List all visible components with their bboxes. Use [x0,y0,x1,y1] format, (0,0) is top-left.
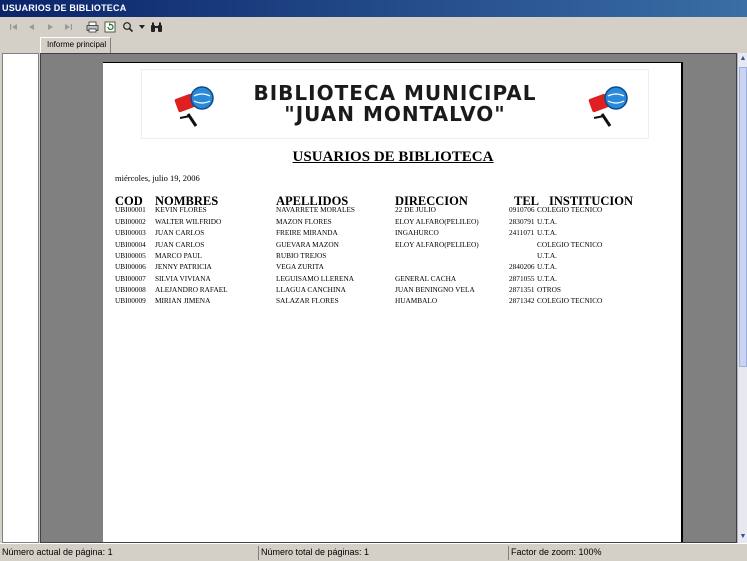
cell-direccion: JUAN BENINGNO VELA [395,284,475,294]
refresh-icon[interactable] [102,19,118,35]
cell-apellidos: GUEVARA MAZON [276,239,339,249]
toolbar [0,17,747,37]
scroll-down-icon[interactable]: ▼ [738,532,747,542]
cell-institucion: U.T.A. [537,273,557,283]
print-icon[interactable] [84,19,100,35]
cell-tel: 2871342 [509,296,535,306]
library-banner: BIBLIOTECA MUNICIPAL "JUAN MONTALVO" [141,69,649,139]
cell-institucion: COLEGIO TECNICO [537,239,603,249]
prev-page-icon[interactable] [24,19,40,35]
cell-nombres: SILVIA VIVIANA [155,273,211,283]
table-row: UBI00009 MIRIAN JIMENA SALAZAR FLORES HUAMB… [115,296,675,307]
table-row: UBI00003 JUAN CARLOS FREIRE MIRANDA INGAHUR… [115,228,675,239]
cell-tel: 0910706 [509,205,535,214]
table-row: UBI00001 KEVIN FLORES NAVARRETE MORALES 22 … [115,205,675,216]
banner-line-2: "JUAN MONTALVO" [284,102,506,126]
window-title: USUARIOS DE BIBLIOTECA [0,0,747,17]
cell-tel: 2411071 [509,228,535,238]
cell-apellidos: LEGUISAMO LLERENA [276,273,355,283]
report-page: BIBLIOTECA MUNICIPAL "JUAN MONTALVO" USU… [103,62,683,542]
reading-globe-icon [174,86,214,127]
cell-cod: UBI00001 [115,205,146,214]
cell-tel: 2830791 [509,217,535,226]
cell-institucion: U.T.A. [537,217,557,226]
scroll-up-icon[interactable]: ▲ [738,54,747,64]
chevron-down-icon[interactable] [138,19,146,35]
cell-tel: 2871055 [509,273,535,283]
scroll-thumb[interactable] [739,67,747,367]
cell-apellidos: SALAZAR FLORES [276,296,339,306]
cell-direccion: INGAHURCO [395,228,439,238]
cell-apellidos: RUBIO TREJOS [276,250,327,260]
last-page-icon[interactable] [60,19,76,35]
status-total-pages: Número total de páginas: 1 [258,546,508,560]
status-current-page: Número actual de página: 1 [2,547,113,557]
group-tree-pane[interactable] [2,53,39,543]
cell-apellidos: MAZON FLORES [276,217,332,226]
cell-institucion: COLEGIO TECNICO [537,296,603,306]
cell-apellidos: VEGA ZURITA [276,262,324,272]
cell-nombres: KEVIN FLORES [155,205,207,214]
first-page-icon[interactable] [6,19,22,35]
cell-direccion: HUAMBALO [395,296,438,306]
cell-direccion: ELOY ALFARO(PELILEO) [395,217,479,226]
cell-nombres: WALTER WILFRIDO [155,217,222,226]
table-row: UBI00008 ALEJANDRO RAFAEL LLAGUA CANCHINA J… [115,285,675,296]
table-row: UBI00007 SILVIA VIVIANA LEGUISAMO LLERENA G… [115,274,675,285]
cell-apellidos: LLAGUA CANCHINA [276,284,346,294]
next-page-icon[interactable] [42,19,58,35]
cell-tel: 2840206 [509,262,535,272]
cell-institucion: COLEGIO TECNICO [537,205,603,214]
cell-cod: UBI00006 [115,262,146,272]
cell-tel: 2871351 [509,284,535,294]
cell-cod: UBI00008 [115,284,146,294]
cell-cod: UBI00003 [115,228,146,238]
cell-nombres: MIRIAN JIMENA [155,296,211,306]
zoom-icon[interactable] [120,19,136,35]
table-row: UBI00004 JUAN CARLOS GUEVARA MAZON ELOY ALF… [115,240,675,251]
table-row: UBI00002 WALTER WILFRIDO MAZON FLORES ELOY … [115,217,675,228]
cell-nombres: ALEJANDRO RAFAEL [155,284,228,294]
banner-line-1: BIBLIOTECA MUNICIPAL [253,81,537,105]
report-viewer-window: USUARIOS DE BIBLIOTECA Informe principal… [0,0,747,561]
table-row: UBI00006 JENNY PATRICIA VEGA ZURITA 2840206… [115,262,675,273]
cell-institucion: U.T.A. [537,250,557,260]
status-zoom: Factor de zoom: 100% [508,546,747,560]
report-viewport[interactable]: BIBLIOTECA MUNICIPAL "JUAN MONTALVO" USU… [40,53,737,543]
cell-direccion: 22 DE JULIO [395,205,436,214]
table-row: UBI00005 MARCO PAUL RUBIO TREJOS U.T.A. [115,251,675,262]
cell-cod: UBI00007 [115,273,146,283]
cell-direccion: GENERAL CACHA [395,273,457,283]
cell-nombres: MARCO PAUL [155,250,202,260]
cell-institucion: OTROS [537,284,561,294]
tab-strip: Informe principal [0,37,747,53]
report-date: miércoles, julio 19, 2006 [115,173,200,183]
vertical-scrollbar[interactable]: ▲ ▼ [737,53,747,543]
cell-direccion: ELOY ALFARO(PELILEO) [395,239,479,249]
cell-nombres: JENNY PATRICIA [155,262,212,272]
binoculars-icon[interactable] [148,19,164,35]
cell-apellidos: NAVARRETE MORALES [276,205,355,214]
reading-globe-icon [588,86,628,127]
report-title: USUARIOS DE BIBLIOTECA [292,149,494,165]
cell-cod: UBI00005 [115,250,146,260]
cell-nombres: JUAN CARLOS [155,239,205,249]
cell-cod: UBI00002 [115,217,146,226]
banner-title: BIBLIOTECA MUNICIPAL "JUAN MONTALVO" [253,83,536,125]
cell-nombres: JUAN CARLOS [155,228,205,238]
cell-institucion: U.T.A. [537,228,557,238]
cell-institucion: U.T.A. [537,262,557,272]
cell-apellidos: FREIRE MIRANDA [276,228,338,238]
cell-cod: UBI00004 [115,239,146,249]
tab-informe-principal[interactable]: Informe principal [40,37,112,53]
cell-cod: UBI00009 [115,296,146,306]
status-bar: Número actual de página: 1 Número total … [0,543,747,561]
